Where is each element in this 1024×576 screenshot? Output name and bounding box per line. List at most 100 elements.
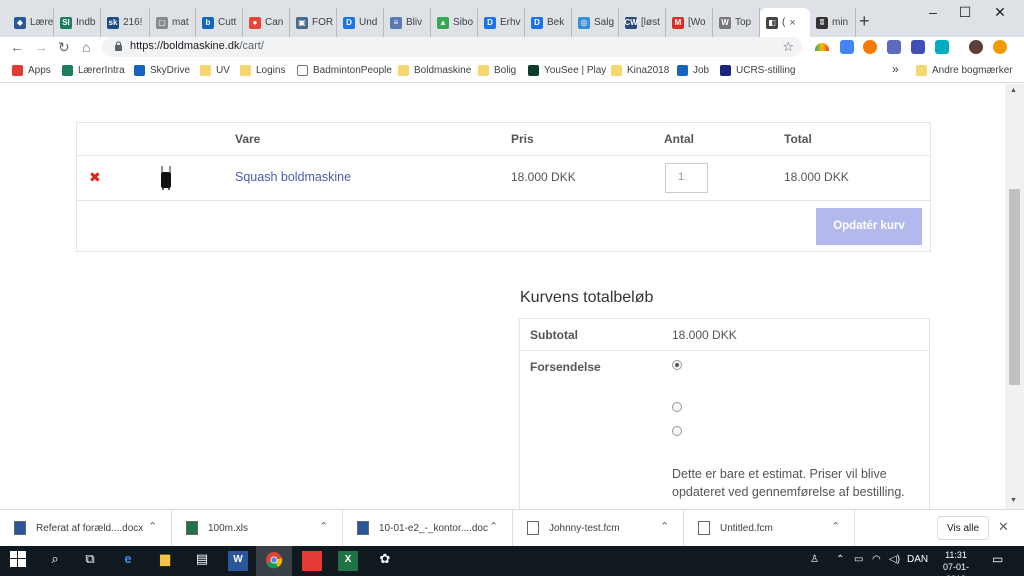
folder-icon — [200, 65, 211, 76]
language-indicator[interactable]: DAN — [907, 554, 928, 565]
browser-tab[interactable]: D Erhv — [478, 8, 525, 37]
browser-tab[interactable]: D Und — [337, 8, 384, 37]
word-icon[interactable]: W — [228, 551, 248, 571]
download-item[interactable]: Johnny-test.fcm ⌃ — [513, 510, 684, 547]
browser-tab[interactable]: b Cutt — [196, 8, 243, 37]
browser-tab[interactable]: ◆ Lære — [8, 8, 54, 37]
shipping-option-radio-1[interactable] — [672, 360, 682, 370]
bookmark-item[interactable]: BadmintonPeople — [297, 65, 392, 76]
tab-close-icon[interactable]: × — [789, 17, 795, 29]
minimize-button[interactable]: – — [918, 4, 948, 20]
browser-tab[interactable]: ▢ mat — [150, 8, 196, 37]
chrome-icon[interactable] — [264, 551, 284, 571]
update-icon[interactable] — [993, 40, 1007, 54]
app-flower-icon[interactable]: ✿ — [375, 551, 395, 571]
shipping-option-radio-3[interactable] — [672, 426, 682, 436]
bookmark-item[interactable]: LærerIntra — [62, 65, 125, 76]
file-explorer-icon[interactable]: ▆ — [155, 551, 175, 571]
close-downloads-icon[interactable]: ✕ — [998, 519, 1009, 535]
maximize-button[interactable]: ☐ — [950, 4, 980, 21]
bookmarks-overflow-icon[interactable]: » — [892, 62, 899, 76]
download-item[interactable]: Untitled.fcm ⌃ — [684, 510, 855, 547]
browser-tab[interactable]: CW [løst — [619, 8, 666, 37]
volume-icon[interactable]: ◁) — [889, 554, 900, 565]
tray-chevron-icon[interactable]: ⌃ — [836, 554, 844, 565]
chevron-up-icon[interactable]: ⌃ — [148, 520, 157, 533]
browser-tab[interactable]: ≡ Bliv — [384, 8, 431, 37]
browser-tab[interactable]: ◧ (× — [760, 8, 810, 37]
remove-item-icon[interactable]: ✖ — [89, 169, 101, 186]
people-icon[interactable]: ♙ — [810, 554, 819, 565]
clock[interactable]: 11:31 07-01-2019 — [936, 549, 976, 576]
browser-tab[interactable]: sk 216! — [101, 8, 150, 37]
pdf-app-icon[interactable] — [302, 551, 322, 571]
extension-calendar-icon[interactable] — [840, 40, 854, 54]
subtotal-row: Subtotal 18.000 DKK — [520, 319, 929, 351]
bookmark-star-icon[interactable]: ☆ — [782, 39, 794, 55]
bookmark-item[interactable]: UV — [200, 65, 230, 76]
chevron-up-icon[interactable]: ⌃ — [489, 520, 498, 533]
scroll-up-icon[interactable]: ▲ — [1010, 87, 1017, 94]
extension-code-icon[interactable] — [911, 40, 925, 54]
close-window-button[interactable]: ✕ — [985, 4, 1015, 21]
browser-tab[interactable]: SI Indb — [54, 8, 101, 37]
tab-label: min — [832, 17, 849, 28]
chevron-up-icon[interactable]: ⌃ — [660, 520, 669, 533]
scroll-thumb[interactable] — [1009, 189, 1020, 385]
start-icon[interactable] — [8, 551, 28, 571]
chevron-up-icon[interactable]: ⌃ — [831, 520, 840, 533]
browser-tab[interactable]: ◎ Salg — [572, 8, 619, 37]
scroll-down-icon[interactable]: ▼ — [1010, 497, 1017, 504]
bookmark-item[interactable]: Kina2018 — [611, 65, 669, 76]
address-bar[interactable]: https://boldmaskine.dk/cart/ ☆ — [102, 37, 802, 57]
back-icon[interactable]: ← — [10, 39, 24, 55]
browser-tab[interactable]: M [Wo — [666, 8, 713, 37]
browser-tab[interactable]: ʬ min — [810, 8, 856, 37]
bookmark-item[interactable]: Logins — [240, 65, 285, 76]
home-icon[interactable]: ⌂ — [82, 39, 90, 55]
excel-icon[interactable]: X — [338, 551, 358, 571]
tab-favicon-icon: sk — [107, 16, 119, 29]
cart-table-header: Vare Pris Antal Total — [77, 123, 930, 156]
extension-chat-icon[interactable] — [935, 40, 949, 54]
update-cart-button[interactable]: Opdatér kurv — [816, 208, 922, 245]
notifications-icon[interactable]: ▭ — [992, 552, 1003, 566]
extension-badge-icon[interactable] — [887, 40, 901, 54]
download-item[interactable]: 100m.xls ⌃ — [172, 510, 343, 547]
task-view-icon[interactable]: ⧉ — [80, 551, 100, 571]
quantity-input[interactable]: 1 — [665, 163, 708, 193]
browser-tab[interactable]: D Bek — [525, 8, 572, 37]
download-item[interactable]: Referat af foræld....docx ⌃ — [0, 510, 172, 547]
browser-tab[interactable]: ▲ Sibo — [431, 8, 478, 37]
reload-icon[interactable]: ↻ — [58, 39, 70, 56]
bookmark-item[interactable]: Boldmaskine — [398, 65, 471, 76]
new-tab-button[interactable]: + — [859, 11, 870, 32]
profile-avatar[interactable] — [969, 40, 983, 54]
download-item[interactable]: 10-01-e2_-_kontor....doc ⌃ — [343, 510, 513, 547]
browser-tab[interactable]: ● Can — [243, 8, 290, 37]
extension-rainbow-icon[interactable] — [815, 43, 829, 51]
search-icon[interactable]: ⌕ — [45, 551, 65, 571]
forward-icon[interactable]: → — [34, 39, 48, 55]
bookmark-item[interactable]: SkyDrive — [134, 65, 190, 76]
extension-b-icon[interactable] — [863, 40, 877, 54]
chevron-up-icon[interactable]: ⌃ — [319, 520, 328, 533]
bookmark-item[interactable]: Bolig — [478, 65, 516, 76]
bookmark-item[interactable]: Job — [677, 65, 709, 76]
other-bookmarks[interactable]: Andre bogmærker — [916, 65, 1013, 76]
product-name-link[interactable]: Squash boldmaskine — [235, 170, 351, 184]
product-thumbnail[interactable] — [159, 166, 173, 190]
bookmark-item[interactable]: Apps — [12, 65, 51, 76]
shipping-option-radio-2[interactable] — [672, 402, 682, 412]
battery-icon[interactable]: ▭ — [854, 554, 863, 565]
bookmark-item[interactable]: UCRS-stilling — [720, 65, 795, 76]
bookmark-item[interactable]: YouSee | Play — [528, 65, 606, 76]
browser-tab[interactable]: W Top — [713, 8, 760, 37]
edge-icon[interactable]: e — [118, 551, 138, 571]
browser-tab[interactable]: ▣ FOR — [290, 8, 337, 37]
store-icon[interactable]: ▤ — [192, 551, 212, 571]
page-scrollbar[interactable]: ▲ ▼ — [1005, 84, 1024, 509]
wifi-icon[interactable]: ◠ — [872, 554, 881, 565]
show-all-downloads-button[interactable]: Vis alle — [937, 516, 989, 540]
tab-label: FOR — [312, 17, 334, 28]
